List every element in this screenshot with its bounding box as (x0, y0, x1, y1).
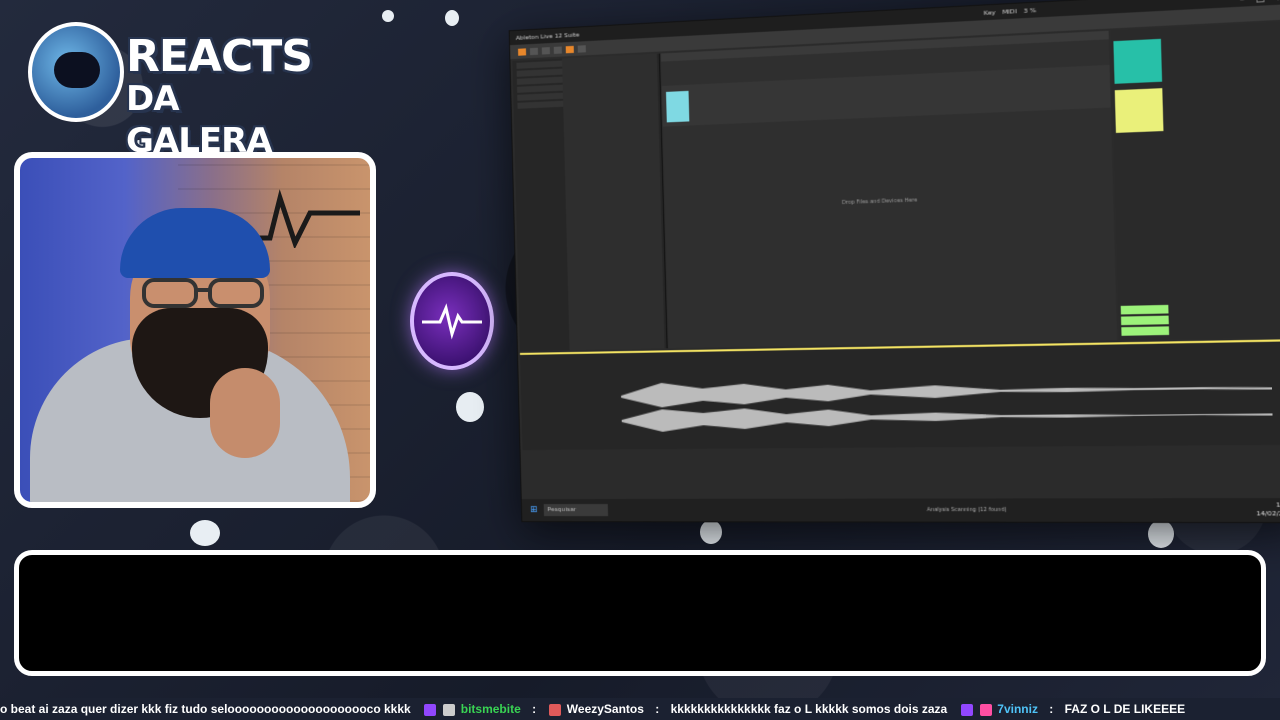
clock-date: 14/02/2026 (1256, 510, 1280, 518)
loop-button[interactable] (565, 45, 574, 53)
emote-icon (424, 703, 437, 716)
emote-icon (443, 703, 456, 716)
master-track[interactable] (1121, 326, 1170, 336)
status-text: Analysis Scanning (12 found) (926, 506, 1007, 514)
browser-panel (512, 53, 668, 351)
ticker-separator: : (655, 702, 660, 716)
taskbar-search[interactable]: Pesquisar (543, 504, 608, 517)
return-track-a[interactable] (1120, 304, 1169, 315)
glasses-icon (142, 278, 264, 308)
key-label[interactable]: Key (984, 9, 996, 17)
record-button[interactable] (553, 45, 562, 54)
mixer-panel (1110, 21, 1280, 341)
drop-hint: Drop Files and Devices Here (841, 197, 918, 207)
waveform (620, 374, 1274, 433)
daw-title: Ableton Live 12 Suite (515, 30, 580, 42)
ticker-separator: : (1049, 702, 1054, 716)
ticker-user: 7vinniz (997, 702, 1038, 716)
chat-overlay-box (14, 550, 1266, 676)
decor-dot (190, 520, 220, 546)
decor-dot (382, 10, 394, 22)
arrangement-view[interactable]: Drop Files and Devices Here (660, 30, 1118, 349)
tap-button[interactable] (518, 47, 527, 56)
track-header-midi[interactable] (1113, 38, 1163, 84)
emote-icon (979, 703, 992, 716)
minimize-icon[interactable]: – (1240, 0, 1245, 4)
return-track-b[interactable] (1121, 315, 1169, 326)
clip-detail-view (519, 339, 1280, 451)
cpu-label: 3 % (1023, 6, 1037, 15)
logo-text: REACTS DA GALERA (126, 35, 313, 162)
windows-icon[interactable]: ⊞ (530, 505, 538, 515)
ticker-separator: : (532, 702, 537, 716)
channel-logo: REACTS DA GALERA (28, 16, 313, 161)
decor-dot (1148, 520, 1174, 548)
window-controls: – □ ✕ (1240, 0, 1280, 4)
decor-dot (445, 10, 459, 26)
ticker-message: kkkkkkkkkkkkkkk faz o L kkkkk somos dois… (670, 702, 948, 716)
midi-label[interactable]: MIDI (1002, 7, 1017, 15)
logo-line1: REACTS (126, 31, 313, 82)
pulse-icon (422, 303, 482, 340)
clock-time: 17:44 (1275, 501, 1280, 509)
emote-icon (549, 703, 562, 716)
stop-button[interactable] (541, 46, 550, 55)
audio-clip[interactable] (665, 90, 690, 123)
ticker-message: FAZ O L DE LIKEEEE (1064, 702, 1186, 716)
taskbar: ⊞ Pesquisar Analysis Scanning (12 found)… (521, 498, 1280, 523)
logo-line2: DA GALERA (126, 79, 273, 161)
decor-dot (456, 392, 484, 422)
chat-ticker: o beat ai zaza quer dizer kkk fiz tudo s… (0, 698, 1280, 720)
browser-file-list[interactable] (562, 53, 665, 351)
taskbar-clock: 17:44 14/02/2026 (1256, 501, 1280, 518)
pulse-logo-button (410, 272, 494, 370)
webcam-feed (14, 152, 376, 508)
person-hand (210, 368, 280, 458)
track-header-audio[interactable] (1114, 88, 1164, 133)
ticker-message: o beat ai zaza quer dizer kkk fiz tudo s… (0, 702, 411, 716)
ticker-user: WeezySantos (566, 702, 644, 716)
audio-track[interactable] (661, 64, 1111, 127)
decor-dot (700, 520, 722, 544)
astronaut-icon (28, 22, 124, 122)
wall-zigzag-icon (250, 189, 360, 248)
close-icon[interactable]: ✕ (1276, 0, 1280, 2)
maximize-icon[interactable]: □ (1256, 0, 1265, 3)
daw-window: Ableton Live 12 Suite Key MIDI 3 % – □ ✕… (508, 0, 1280, 524)
metronome-button[interactable] (577, 44, 586, 53)
play-button[interactable] (529, 47, 538, 55)
ticker-user: bitsmebite (460, 702, 521, 716)
emote-icon (960, 703, 973, 716)
